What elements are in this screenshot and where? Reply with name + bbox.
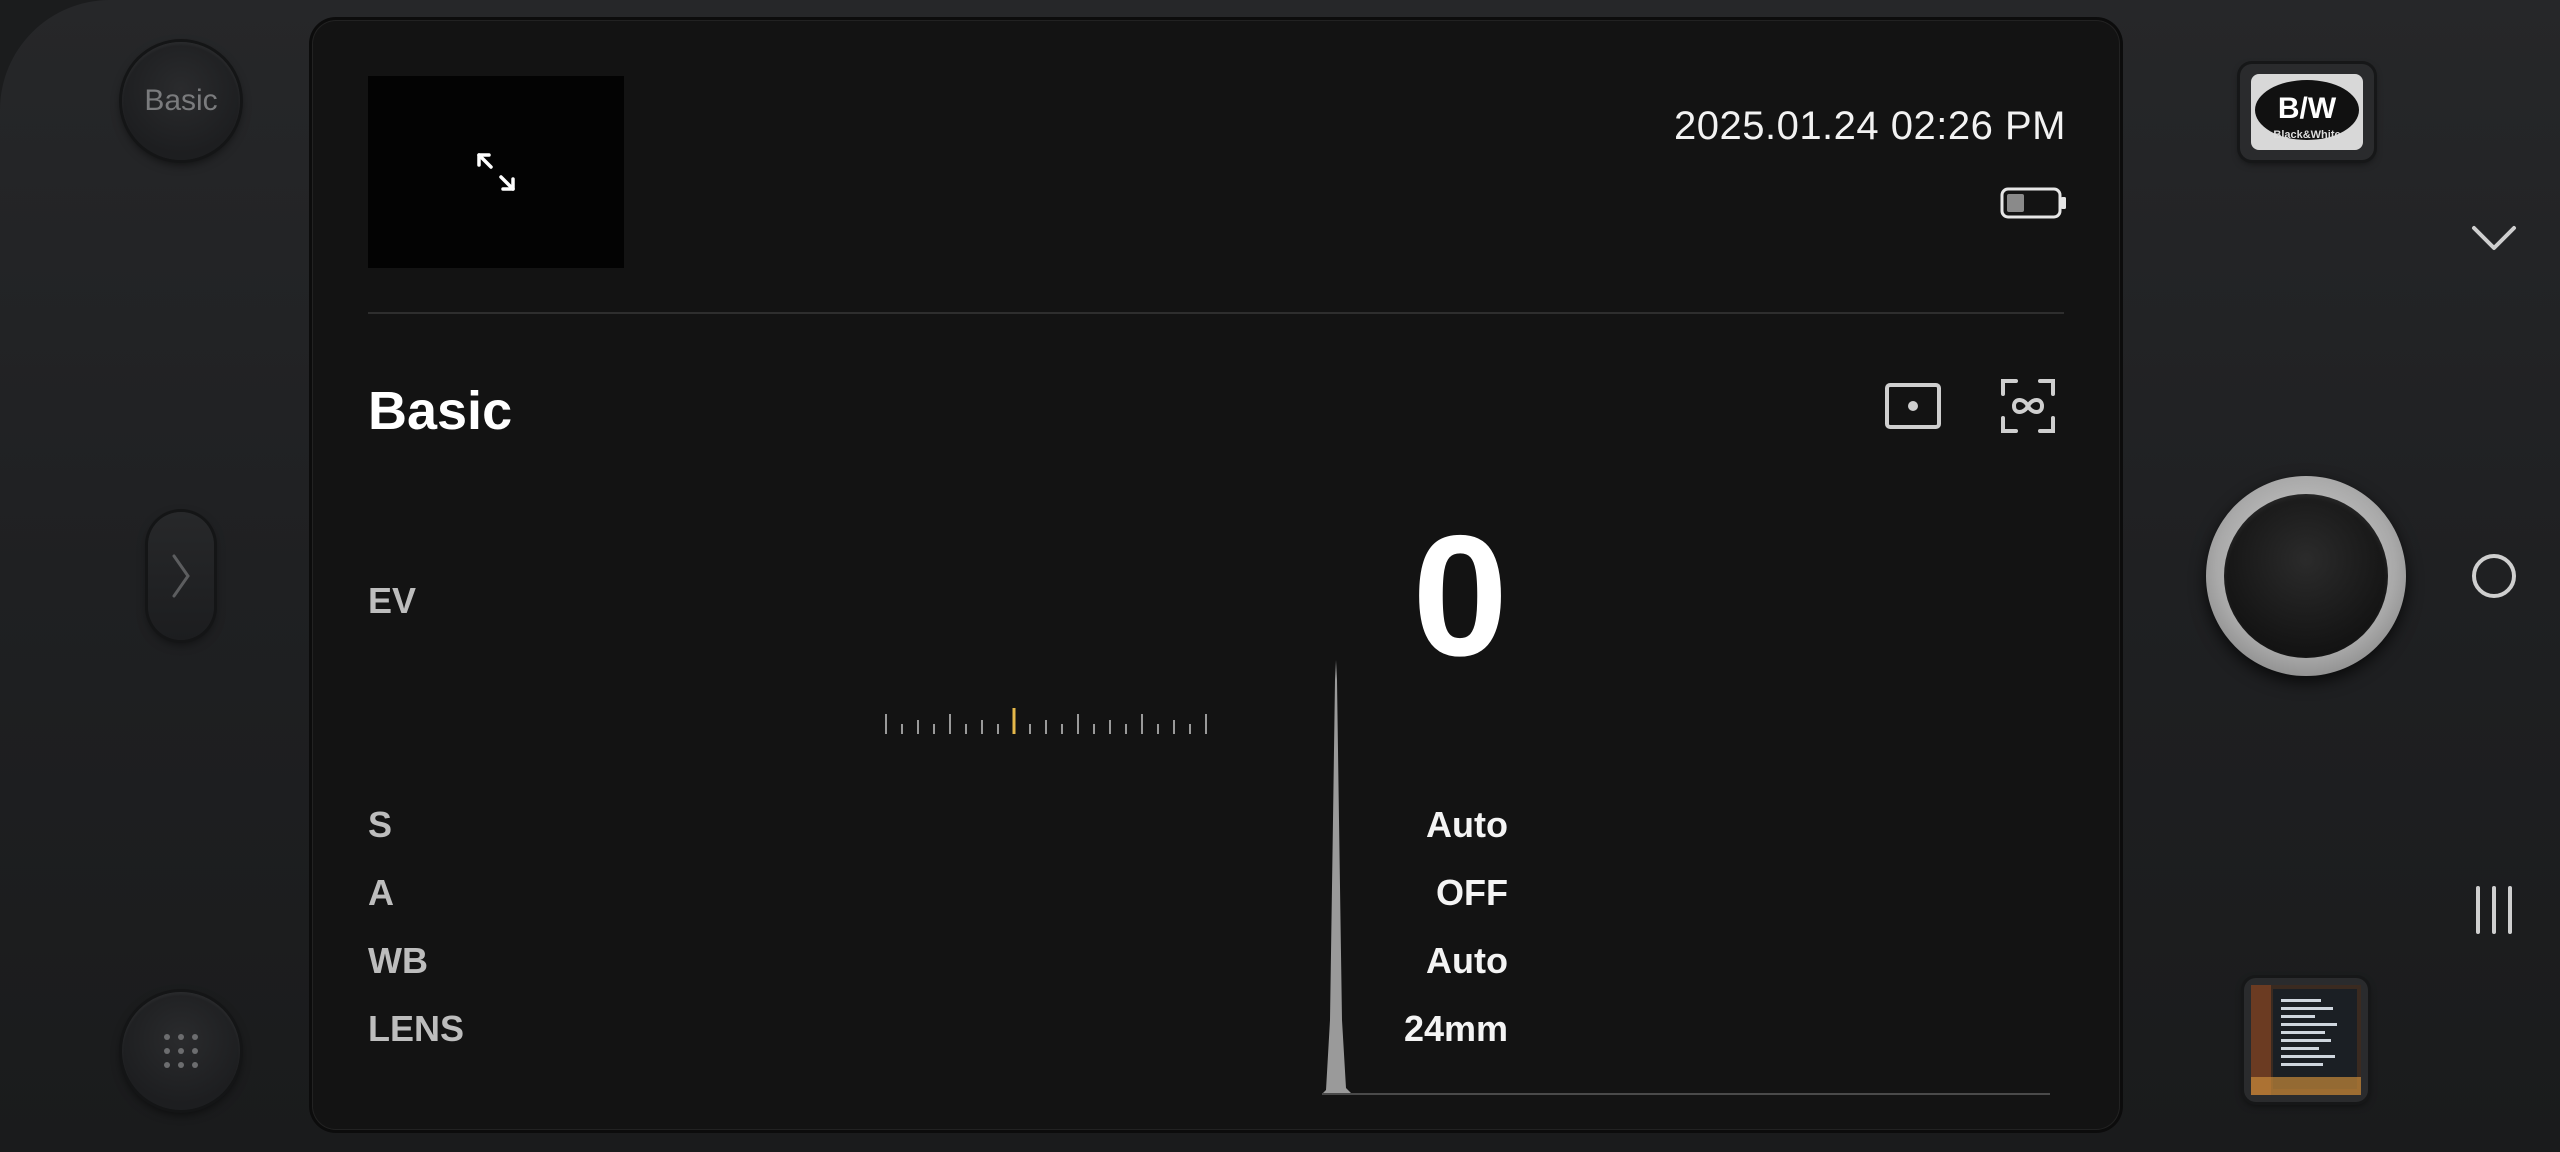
bw-filter-icon: B/W Black&White	[2251, 74, 2363, 150]
filter-label: B/W	[2278, 92, 2337, 125]
info-panel: 2025.01.24 02:26 PM Basic EV 0 S Auto A …	[312, 20, 2120, 1130]
ev-value: 0	[1412, 500, 1508, 692]
ev-label: EV	[368, 580, 417, 621]
dots-grid-icon	[164, 1034, 198, 1068]
recents-icon[interactable]	[2470, 884, 2518, 936]
chevron-right-icon	[172, 554, 190, 598]
filter-button[interactable]: B/W Black&White	[2240, 64, 2374, 160]
ev-scale[interactable]	[884, 700, 1214, 736]
expand-icon	[477, 153, 515, 191]
shutter-button-inner	[2224, 494, 2388, 658]
histogram	[1322, 660, 2050, 1095]
last-photo-thumbnail	[2251, 985, 2361, 1095]
chevron-down-icon[interactable]	[2470, 222, 2518, 254]
focus-point-icon[interactable]	[1884, 382, 1942, 430]
mode-button-label: Basic	[144, 84, 218, 117]
battery-icon	[2000, 186, 2068, 225]
white-balance-label: WB	[368, 940, 428, 981]
shutter-label: S	[368, 804, 393, 845]
viewfinder-preview[interactable]	[368, 76, 624, 268]
gallery-thumbnail[interactable]	[2244, 978, 2368, 1102]
mode-button[interactable]: Basic	[122, 42, 240, 160]
infinity-focus-icon[interactable]	[2000, 378, 2056, 434]
date-time: 2025.01.24 02:26 PM	[1673, 104, 2066, 148]
circle-home-icon[interactable]	[2470, 552, 2518, 600]
aperture-label: A	[368, 872, 394, 913]
header-divider	[368, 312, 2064, 314]
section-title: Basic	[368, 381, 513, 441]
filter-sublabel: Black&White	[2273, 129, 2340, 141]
left-rail: Basic	[0, 0, 310, 1152]
lens-label: LENS	[368, 1008, 465, 1049]
side-panel-handle[interactable]	[148, 512, 214, 640]
menu-grid-button[interactable]	[122, 992, 240, 1110]
shutter-button[interactable]	[2206, 476, 2406, 676]
